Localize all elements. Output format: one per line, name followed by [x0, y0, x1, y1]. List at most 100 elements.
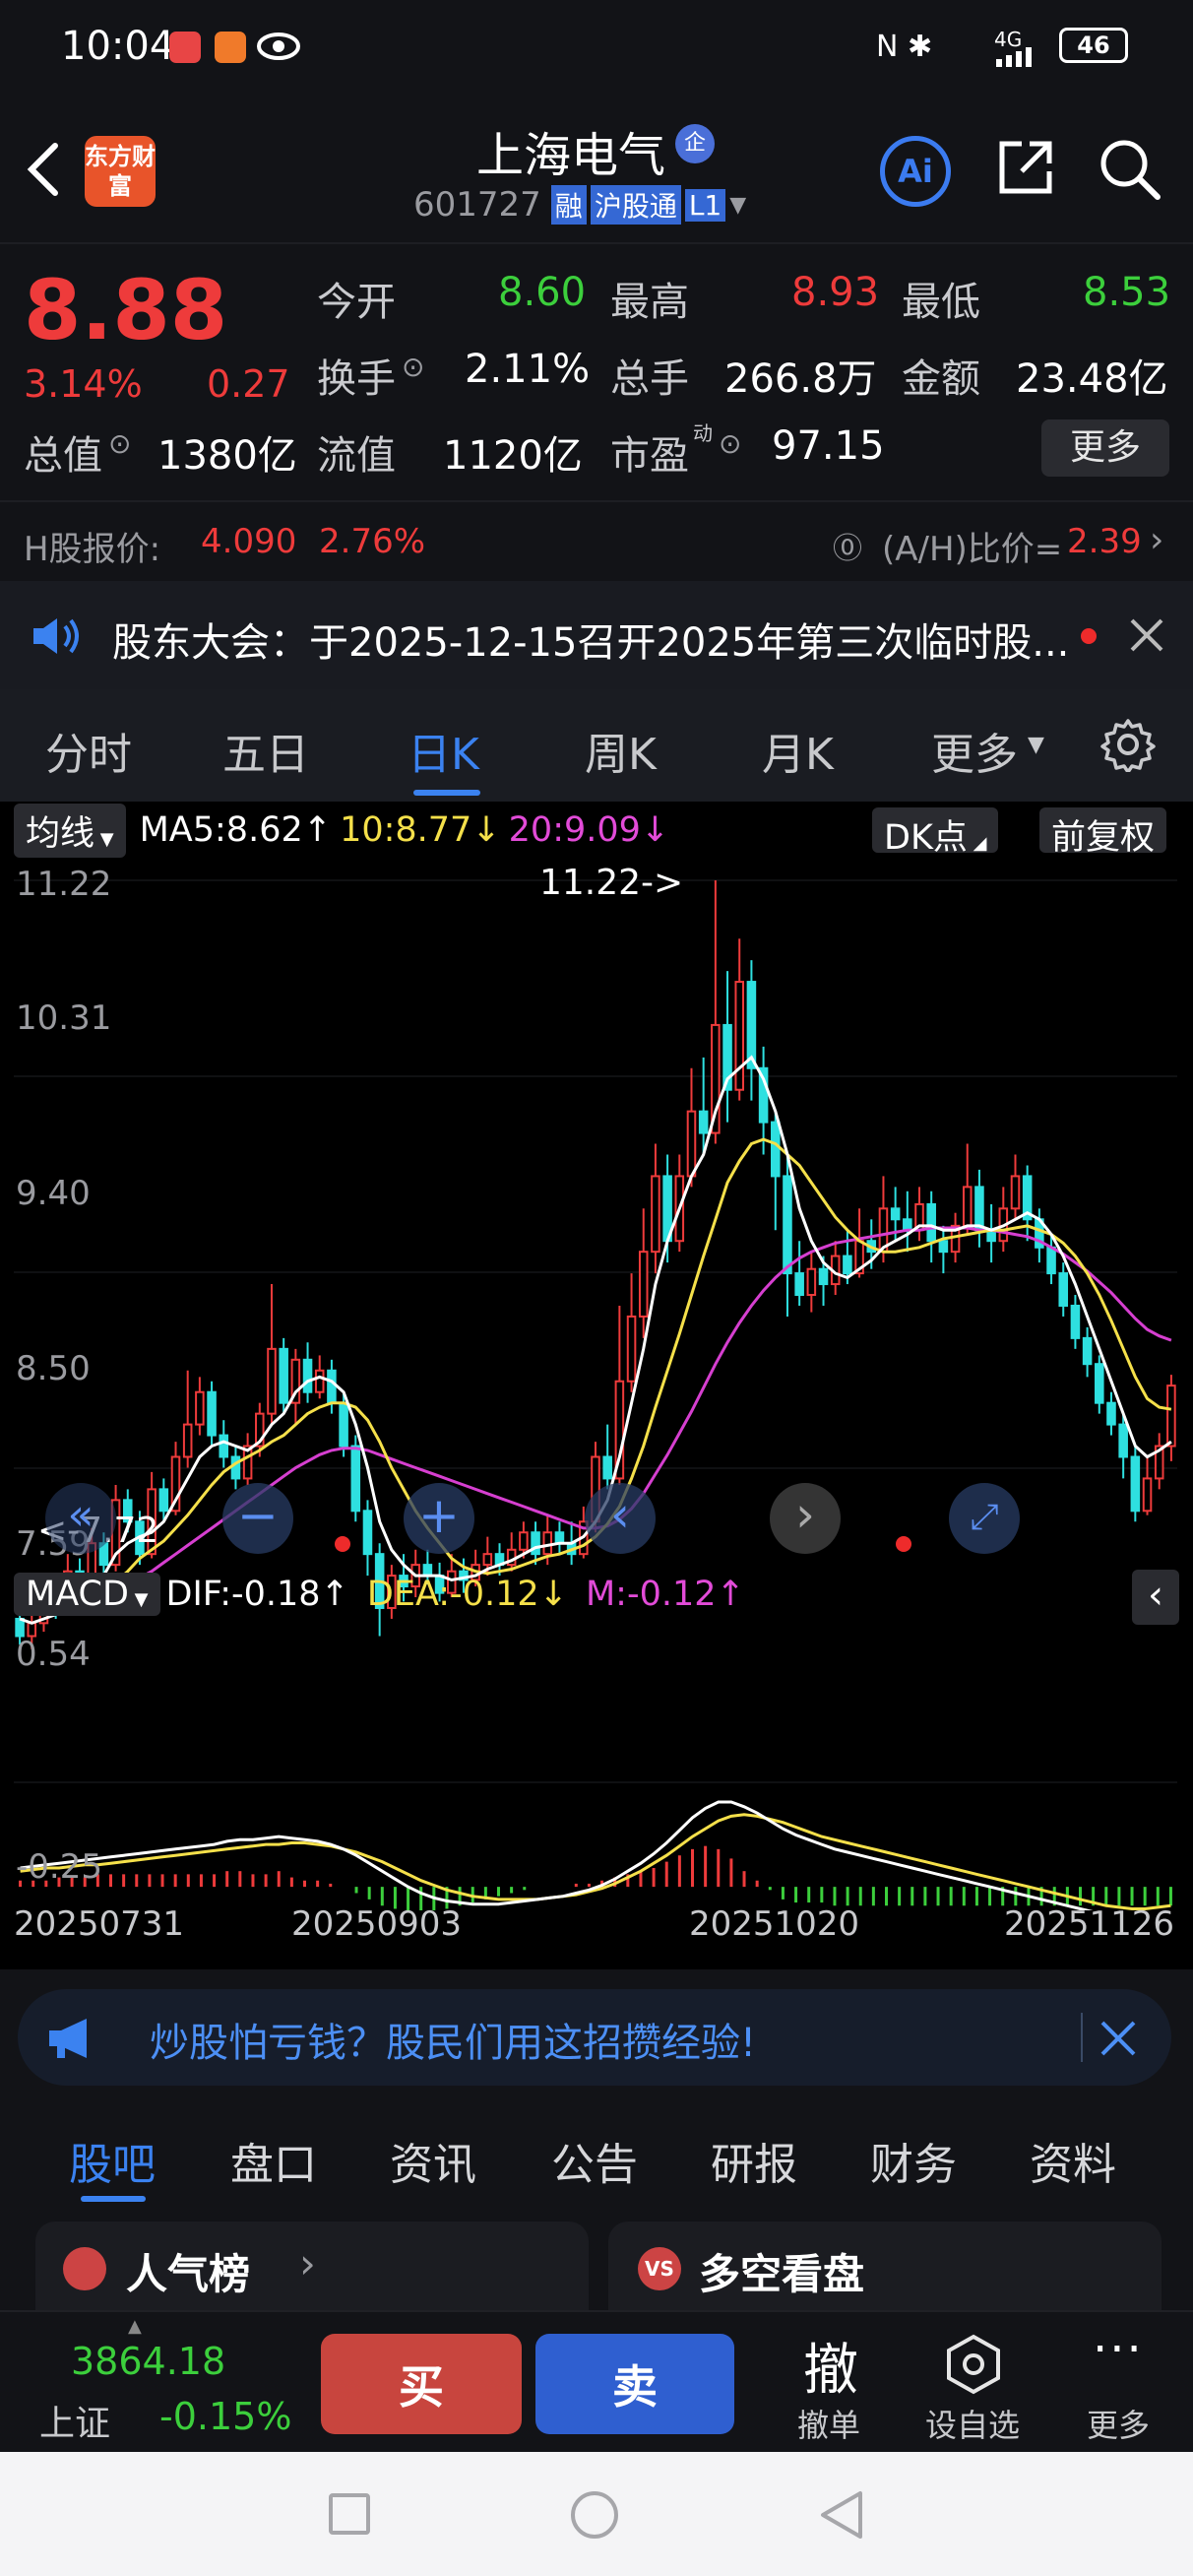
tab-financials[interactable]: 财务	[870, 2129, 957, 2192]
close-icon[interactable]	[1099, 2019, 1138, 2058]
expand-up-icon[interactable]: ▲	[128, 2316, 142, 2337]
scroll-right-button[interactable]: ›	[770, 1483, 841, 1554]
buy-button[interactable]: 买	[321, 2334, 522, 2434]
tab-profile[interactable]: 资料	[1030, 2129, 1116, 2192]
adjust-select[interactable]: 前复权	[1039, 807, 1167, 858]
more-button[interactable]: 更多	[1041, 419, 1169, 477]
watchlist-hex-icon[interactable]	[945, 2334, 1002, 2395]
stock-code-row[interactable]: 601727 融 沪股通 L1 ▼	[413, 185, 746, 225]
share-icon[interactable]	[994, 136, 1057, 199]
scroll-left-button[interactable]: ‹	[585, 1483, 656, 1554]
price-axis-label: 9.40	[16, 1174, 91, 1213]
ma-type-label: 均线	[26, 813, 95, 854]
tab-weekly-k[interactable]: 周K	[585, 719, 657, 782]
h-share-price: 4.090	[201, 522, 297, 561]
down-arrow-icon: ↓	[538, 1575, 568, 1614]
dropdown-icon: ▼	[1028, 733, 1044, 757]
back-arrow-icon[interactable]	[24, 140, 63, 199]
m-value: M:-0.12	[585, 1575, 717, 1614]
tab-order-book[interactable]: 盘口	[230, 2129, 317, 2192]
cancel-order-icon[interactable]: 撤	[803, 2326, 858, 2406]
zoom-in-button[interactable]: +	[404, 1483, 474, 1554]
candle-body	[734, 981, 745, 1091]
home-icon[interactable]	[571, 2491, 618, 2539]
chevron-right-icon: ›	[299, 2239, 316, 2287]
tab-intraday[interactable]: 分时	[45, 719, 132, 782]
current-price: 8.88	[24, 262, 228, 358]
dropdown-icon: ▼	[128, 1589, 149, 1610]
popular-rank-card[interactable]: 人气榜 ›	[35, 2222, 589, 2310]
candle-body	[626, 1315, 637, 1383]
info-icon[interactable]: ⊙	[719, 427, 741, 460]
low-label: 最低	[902, 280, 980, 325]
candle-body	[602, 1455, 612, 1480]
tab-five-day[interactable]: 五日	[222, 719, 309, 782]
change-amount: 0.27	[207, 362, 290, 406]
macd-axis-label: -0.25	[16, 1847, 102, 1887]
tab-more[interactable]: 更多	[931, 719, 1018, 782]
ad-text: 炒股怕亏钱？股民们用这招攒经验!	[150, 2021, 757, 2066]
dk-point-button[interactable]: DK点 ◢	[872, 807, 999, 858]
tab-research[interactable]: 研报	[711, 2129, 797, 2192]
kline-svg[interactable]	[0, 857, 1193, 1910]
ma-type-select[interactable]: 均线 ▼	[14, 803, 126, 858]
tab-news[interactable]: 资讯	[390, 2129, 476, 2192]
recent-apps-icon[interactable]	[329, 2493, 370, 2535]
open-value: 8.60	[498, 270, 587, 315]
more-button[interactable]: 更多	[1087, 2401, 1150, 2446]
tab-daily-k[interactable]: 日K	[408, 719, 479, 782]
candle-body	[1106, 1401, 1116, 1426]
cancel-order-button[interactable]: 撤单	[797, 2401, 860, 2446]
bull-bear-card[interactable]: VS 多空看盘	[608, 2222, 1162, 2310]
search-icon[interactable]	[1097, 136, 1162, 201]
ad-banner[interactable]: 炒股怕亏钱？股民们用这招攒经验!	[18, 1989, 1171, 2086]
period-tabs: 分时 五日 日K 周K 月K 更多 ▼	[0, 689, 1193, 802]
help-icon[interactable]: ⓪	[833, 524, 862, 567]
candle-body	[1142, 1477, 1153, 1513]
volume-label: 总手	[610, 356, 689, 402]
candle-body	[746, 981, 757, 1069]
notice-bar[interactable]: 股东大会：于2025-12-15召开2025年第三次临时股...	[0, 581, 1193, 689]
candle-body	[158, 1488, 169, 1513]
rewind-button[interactable]: «	[45, 1483, 116, 1554]
tab-monthly-k[interactable]: 月K	[762, 719, 834, 782]
up-arrow-icon: ↑	[320, 1575, 349, 1614]
indicator-select[interactable]: MACD ▼	[14, 1573, 160, 1616]
unread-dot	[1081, 628, 1097, 644]
active-tab-indicator	[413, 790, 480, 796]
market-cap-label: 总值	[24, 433, 102, 479]
dea-value: DEA:-0.12	[366, 1575, 539, 1614]
candle-body	[1118, 1423, 1128, 1458]
sell-button[interactable]: 卖	[535, 2334, 734, 2434]
candle-body	[938, 1240, 949, 1254]
collapse-panel-button[interactable]: ‹	[1132, 1570, 1179, 1625]
candle-body	[339, 1401, 348, 1448]
float-cap-label: 流值	[317, 433, 396, 479]
bottom-action-bar: ▲ 3864.18 上证 -0.15% 买 卖 撤 撤单 设自选 ··· 更多	[0, 2310, 1193, 2452]
date-axis-label: 20251126	[1004, 1904, 1175, 1944]
enterprise-badge: 企	[675, 124, 715, 163]
candle-body	[1095, 1363, 1104, 1404]
down-arrow-icon: ↓	[640, 810, 670, 850]
candle-body	[962, 1186, 973, 1227]
info-icon[interactable]: ⊙	[402, 351, 424, 383]
info-icon[interactable]: ⊙	[108, 427, 131, 460]
close-icon[interactable]	[1128, 616, 1165, 654]
dk-label: DK点	[884, 818, 968, 858]
back-icon[interactable]	[817, 2489, 864, 2541]
tab-forum[interactable]: 股吧	[69, 2129, 156, 2192]
change-percent: 3.14%	[24, 362, 143, 406]
tab-announcements[interactable]: 公告	[551, 2129, 638, 2192]
h-share-row[interactable]: H股报价: 4.090 2.76% ⓪ (A/H)比价= 2.39 ›	[0, 500, 1193, 581]
ai-icon[interactable]: Ai	[880, 136, 951, 207]
candle-body	[15, 1617, 25, 1638]
more-dots-icon[interactable]: ···	[1093, 2322, 1144, 2377]
dea-line	[20, 1813, 1171, 1910]
settings-gear-icon[interactable]	[1100, 717, 1156, 772]
candle-body	[651, 1175, 660, 1254]
ah-ratio-label: (A/H)比价=	[882, 530, 1063, 569]
fullscreen-icon[interactable]: ⤢	[949, 1483, 1020, 1554]
add-watchlist-button[interactable]: 设自选	[925, 2401, 1020, 2446]
zoom-out-button[interactable]: −	[222, 1483, 293, 1554]
speaker-icon	[33, 618, 79, 654]
